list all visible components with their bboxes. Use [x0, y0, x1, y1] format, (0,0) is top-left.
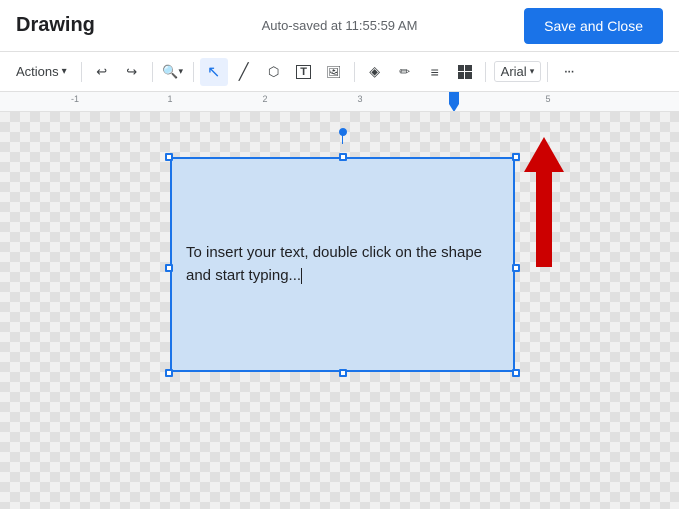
- drawing-canvas[interactable]: To insert your text, double click on the…: [0, 112, 679, 509]
- undo-button[interactable]: [88, 58, 116, 86]
- handle-bottom-left[interactable]: [165, 369, 173, 377]
- more-options-button[interactable]: ···: [554, 58, 582, 86]
- text-align-icon: ≡: [431, 64, 439, 80]
- redo-button[interactable]: [118, 58, 146, 86]
- ruler-mark-neg1: -1: [71, 94, 79, 104]
- app-header: Drawing Auto-saved at 11:55:59 AM Save a…: [0, 0, 679, 52]
- toolbar-divider-1: [81, 62, 82, 82]
- zoom-icon: 🔍: [162, 64, 178, 80]
- line-color-button[interactable]: ✏: [391, 58, 419, 86]
- shape-tool-button[interactable]: ⬡: [260, 58, 288, 86]
- zoom-dropdown-icon: ▾: [179, 66, 184, 77]
- arrange-icon: [458, 65, 472, 79]
- handle-mid-right[interactable]: [512, 264, 520, 272]
- textbox-icon: T: [296, 65, 311, 79]
- text-cursor: [301, 268, 302, 284]
- horizontal-ruler: -1 1 2 3 4 5: [0, 92, 679, 112]
- line-tool-button[interactable]: ╱: [230, 58, 258, 86]
- handle-bottom-mid[interactable]: [339, 369, 347, 377]
- shape-icon: ⬡: [268, 64, 279, 80]
- handle-top-mid[interactable]: [339, 153, 347, 161]
- toolbar-divider-3: [193, 62, 194, 82]
- ruler-mark-2: 2: [262, 94, 267, 104]
- text-box-button[interactable]: T: [290, 58, 318, 86]
- save-and-close-button[interactable]: Save and Close: [524, 8, 663, 44]
- ruler-indicator: [449, 92, 459, 112]
- ruler-mark-3: 3: [357, 94, 362, 104]
- image-button[interactable]: 🖼: [320, 58, 348, 86]
- toolbar-divider-2: [152, 62, 153, 82]
- zoom-button[interactable]: 🔍 ▾: [159, 58, 187, 86]
- text-align-button[interactable]: ≡: [421, 58, 449, 86]
- toolbar-divider-4: [354, 62, 355, 82]
- select-icon: ↖: [207, 62, 220, 82]
- handle-top-right[interactable]: [512, 153, 520, 161]
- fill-color-icon: ◈: [369, 63, 380, 80]
- autosave-status: Auto-saved at 11:55:59 AM: [262, 18, 418, 33]
- select-tool-button[interactable]: ↖: [200, 58, 228, 86]
- toolbar-divider-5: [485, 62, 486, 82]
- handle-bottom-right[interactable]: [512, 369, 520, 377]
- font-label: Arial: [501, 64, 527, 79]
- font-dropdown-icon: ▾: [530, 66, 535, 77]
- arrange-button[interactable]: [451, 58, 479, 86]
- font-selector[interactable]: Arial ▾: [494, 61, 542, 82]
- actions-dropdown-icon: ▾: [62, 66, 67, 77]
- actions-label: Actions: [16, 64, 59, 79]
- handle-top-left[interactable]: [165, 153, 173, 161]
- handle-mid-left[interactable]: [165, 264, 173, 272]
- more-options-icon: ···: [563, 63, 573, 81]
- image-icon: 🖼: [326, 65, 341, 79]
- ruler-mark-5: 5: [545, 94, 550, 104]
- line-color-icon: ✏: [399, 64, 410, 80]
- toolbar-divider-6: [547, 62, 548, 82]
- line-icon: ╱: [239, 62, 249, 82]
- rotation-handle[interactable]: [339, 128, 347, 136]
- main-toolbar: Actions ▾ 🔍 ▾ ↖ ╱ ⬡ T 🖼 ◈ ✏ ≡: [0, 52, 679, 92]
- shape-instruction-text: To insert your text, double click on the…: [186, 242, 499, 287]
- actions-menu-button[interactable]: Actions ▾: [8, 60, 75, 83]
- app-title: Drawing: [16, 14, 95, 37]
- selected-shape-container: To insert your text, double click on the…: [170, 142, 515, 372]
- fill-color-button[interactable]: ◈: [361, 58, 389, 86]
- ruler-mark-1: 1: [167, 94, 172, 104]
- shape-text-content[interactable]: To insert your text, double click on the…: [170, 157, 515, 372]
